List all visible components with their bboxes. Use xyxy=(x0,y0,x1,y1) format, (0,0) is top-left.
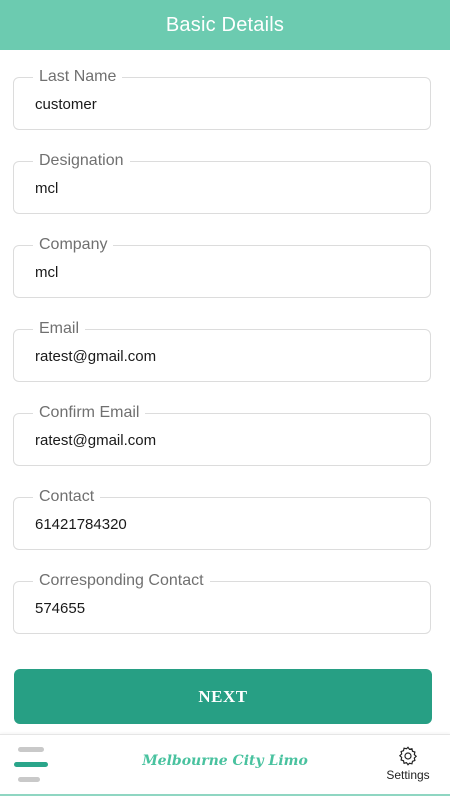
gear-icon xyxy=(398,746,418,766)
confirm-email-field[interactable]: Confirm Email xyxy=(13,404,431,466)
hamburger-menu-icon[interactable] xyxy=(14,747,48,783)
email-input[interactable] xyxy=(35,348,405,365)
last-name-input[interactable] xyxy=(35,96,405,113)
designation-label: Designation xyxy=(33,152,130,170)
contact-field[interactable]: Contact xyxy=(13,488,431,550)
email-label: Email xyxy=(33,320,86,338)
designation-field[interactable]: Designation xyxy=(13,152,431,214)
company-label: Company xyxy=(33,236,114,254)
page-header: Basic Details xyxy=(0,0,450,50)
last-name-field[interactable]: Last Name xyxy=(13,68,431,130)
corresponding-contact-input[interactable] xyxy=(35,600,405,617)
company-field[interactable]: Company xyxy=(13,236,431,298)
next-button[interactable]: NEXT xyxy=(14,669,432,724)
confirm-email-label: Confirm Email xyxy=(33,404,146,422)
corresponding-contact-label: Corresponding Contact xyxy=(33,572,210,590)
contact-label: Contact xyxy=(33,488,101,506)
page-title: Basic Details xyxy=(165,13,285,36)
settings-button[interactable]: Settings xyxy=(380,745,436,791)
designation-input[interactable] xyxy=(35,180,405,197)
company-input[interactable] xyxy=(35,264,405,281)
bottom-divider xyxy=(0,794,450,796)
contact-input[interactable] xyxy=(35,516,405,533)
settings-label: Settings xyxy=(386,768,430,782)
email-field[interactable]: Email xyxy=(13,320,431,382)
brand-logo: Melbourne City Limo xyxy=(142,753,308,769)
bottom-bar: Melbourne City Limo Settings xyxy=(0,734,450,795)
corresponding-contact-field[interactable]: Corresponding Contact xyxy=(13,572,431,634)
last-name-label: Last Name xyxy=(33,68,123,86)
confirm-email-input[interactable] xyxy=(35,432,405,449)
